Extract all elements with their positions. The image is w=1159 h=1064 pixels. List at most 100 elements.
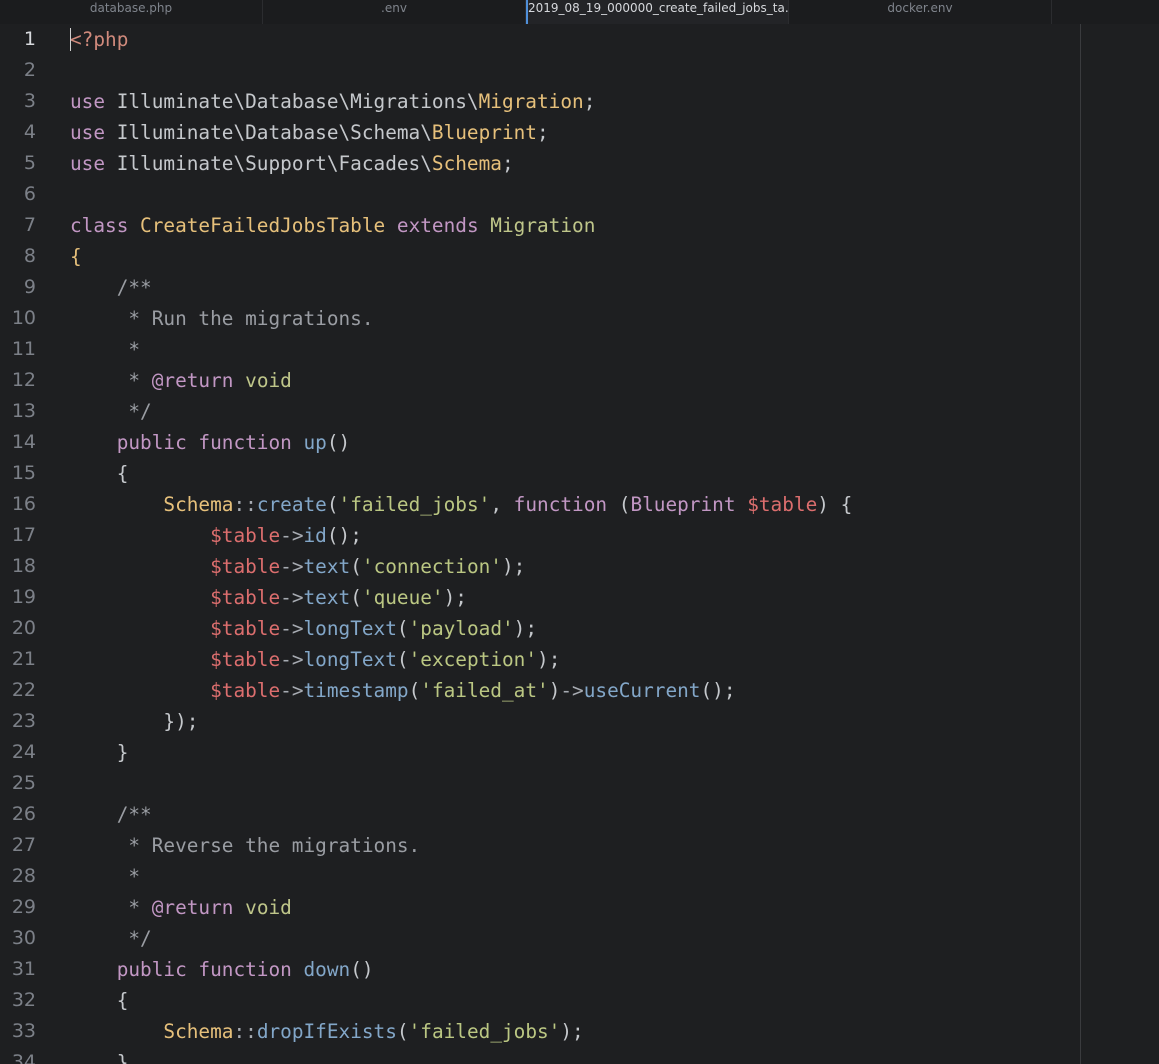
- code-line[interactable]: 31 public function down(): [0, 954, 1159, 985]
- code-line[interactable]: 26 /**: [0, 799, 1159, 830]
- line-number: 34: [11, 1051, 36, 1064]
- code-token: Illuminate\Support\Facades\: [116, 152, 432, 175]
- code-token: Blueprint: [630, 493, 736, 516]
- code-line[interactable]: 33 Schema::dropIfExists('failed_jobs');: [0, 1016, 1159, 1047]
- code-line[interactable]: 15 {: [0, 458, 1159, 489]
- code-line[interactable]: 11 *: [0, 334, 1159, 365]
- code-token: 'exception': [408, 648, 538, 671]
- code-line[interactable]: 28 *: [0, 861, 1159, 892]
- code-line[interactable]: 29 * @return void: [0, 892, 1159, 923]
- code-line[interactable]: 30 */: [0, 923, 1159, 954]
- code-line[interactable]: 21 $table->longText('exception');: [0, 644, 1159, 675]
- code-token: );: [443, 586, 467, 609]
- code-token: }: [70, 741, 129, 764]
- code-text: */: [70, 396, 151, 427]
- code-token: ->: [280, 679, 304, 702]
- code-line[interactable]: 3 use Illuminate\Database\Migrations\Migr…: [0, 86, 1159, 117]
- code-token: useCurrent: [583, 679, 701, 702]
- code-token: * Reverse the migrations.: [70, 834, 421, 857]
- code-text: {: [70, 985, 129, 1016]
- line-number: 25: [11, 772, 36, 794]
- code-token: ->: [560, 679, 584, 702]
- code-line[interactable]: 4 use Illuminate\Database\Schema\Blueprin…: [0, 117, 1159, 148]
- line-number: 8: [23, 245, 36, 267]
- code-line[interactable]: 34 }: [0, 1047, 1159, 1064]
- code-line[interactable]: 23 });: [0, 706, 1159, 737]
- code-line[interactable]: 24 }: [0, 737, 1159, 768]
- code-token: use: [70, 121, 117, 144]
- code-line[interactable]: 20 $table->longText('payload');: [0, 613, 1159, 644]
- code-line[interactable]: 10 * Run the migrations.: [0, 303, 1159, 334]
- code-line[interactable]: 16 Schema::create('failed_jobs', functio…: [0, 489, 1159, 520]
- code-token: longText: [303, 617, 397, 640]
- tab-label: .env: [381, 1, 407, 15]
- code-line[interactable]: 8{: [0, 241, 1159, 272]
- code-token: 'payload': [408, 617, 514, 640]
- code-token: /**: [70, 803, 152, 826]
- code-text: */: [70, 923, 151, 954]
- code-token: 'failed_jobs': [338, 493, 491, 516]
- code-token: extends: [385, 214, 491, 237]
- code-line[interactable]: 9 /**: [0, 272, 1159, 303]
- tab-bar: database.php .env 2019_08_19_000000_crea…: [0, 0, 1159, 24]
- code-line[interactable]: 32 {: [0, 985, 1159, 1016]
- code-token: ;: [536, 121, 549, 144]
- minimap-divider: [1080, 24, 1081, 1064]
- code-token: down: [303, 958, 351, 981]
- tab-docker-env[interactable]: docker.env: [789, 0, 1052, 24]
- code-token: $table: [210, 679, 281, 702]
- code-line[interactable]: 27 * Reverse the migrations.: [0, 830, 1159, 861]
- code-text: $table->longText('exception');: [70, 644, 560, 675]
- code-text: Schema::dropIfExists('failed_jobs');: [70, 1016, 584, 1047]
- tab-create-failed-jobs-migration[interactable]: 2019_08_19_000000_create_failed_jobs_ta.…: [526, 0, 789, 24]
- tab-database-php[interactable]: database.php: [0, 0, 263, 24]
- code-line[interactable]: 6: [0, 179, 1159, 210]
- line-number: 11: [11, 338, 36, 360]
- line-number: 4: [23, 121, 36, 143]
- code-token: *: [70, 896, 152, 919]
- code-line[interactable]: 2: [0, 55, 1159, 86]
- code-line[interactable]: 18 $table->text('connection');: [0, 551, 1159, 582]
- code-token: $table: [210, 586, 281, 609]
- code-token: text: [303, 586, 351, 609]
- code-token: (: [408, 679, 421, 702]
- tab-env[interactable]: .env: [263, 0, 526, 24]
- code-line[interactable]: 13 */: [0, 396, 1159, 427]
- tab-bar-empty-area[interactable]: [1052, 0, 1159, 24]
- code-token: void: [245, 369, 292, 392]
- line-number: 23: [11, 710, 36, 732]
- code-token: Migration: [478, 90, 584, 113]
- code-line[interactable]: 12 * @return void: [0, 365, 1159, 396]
- code-text: /**: [70, 272, 152, 303]
- code-line[interactable]: 22 $table->timestamp('failed_at')->useCu…: [0, 675, 1159, 706]
- code-line[interactable]: 19 $table->text('queue');: [0, 582, 1159, 613]
- line-number: 29: [11, 896, 36, 918]
- line-number: 16: [11, 493, 36, 515]
- code-token: @return: [151, 369, 234, 392]
- code-text: });: [70, 706, 198, 737]
- line-number: 28: [11, 865, 36, 887]
- code-token: (: [396, 1020, 409, 1043]
- code-editor[interactable]: 1 <?php 2 3 use Illuminate\Database\Migratio…: [0, 24, 1159, 1064]
- code-line[interactable]: 17 $table->id();: [0, 520, 1159, 551]
- code-token: );: [560, 1020, 584, 1043]
- code-token: Illuminate\Database\Migrations\: [116, 90, 479, 113]
- line-number: 27: [11, 834, 36, 856]
- code-text: }: [70, 1047, 129, 1064]
- code-line[interactable]: 25: [0, 768, 1159, 799]
- line-number: 2: [23, 59, 36, 81]
- line-number: 3: [23, 90, 36, 112]
- code-token: 'failed_jobs': [408, 1020, 561, 1043]
- code-line[interactable]: 14 public function up(): [0, 427, 1159, 458]
- code-token: {: [70, 462, 129, 485]
- code-line[interactable]: 1 <?php: [0, 24, 1159, 55]
- code-line[interactable]: 7 class CreateFailedJobsTable extends Mig…: [0, 210, 1159, 241]
- code-token: *: [70, 338, 141, 361]
- code-token: dropIfExists: [256, 1020, 397, 1043]
- code-line[interactable]: 5 use Illuminate\Support\Facades\Schema;: [0, 148, 1159, 179]
- code-text: public function down(): [70, 954, 374, 985]
